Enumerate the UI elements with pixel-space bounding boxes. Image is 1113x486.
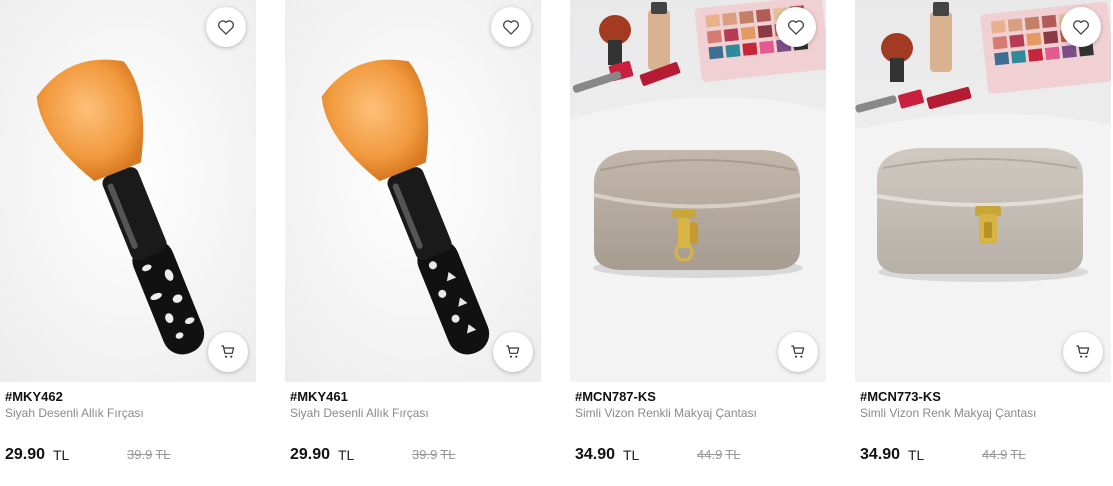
product-image[interactable] — [285, 0, 541, 382]
old-price-value: 44.9 — [982, 447, 1008, 462]
product-sku[interactable]: #MKY461 — [290, 389, 348, 404]
old-price-currency: TL — [1010, 447, 1026, 462]
product-name[interactable]: Siyah Desenli Allık Fırçası — [290, 406, 429, 420]
favorite-button[interactable] — [491, 7, 531, 47]
old-price-currency: TL — [155, 447, 171, 462]
makeup-bag-image — [855, 0, 1111, 382]
makeup-brush-image — [285, 0, 541, 382]
add-to-cart-button[interactable] — [493, 332, 533, 372]
product-price: 29.90 — [290, 446, 331, 463]
shopping-cart-icon — [506, 345, 520, 358]
shopping-cart-icon — [221, 345, 235, 358]
old-price-currency: TL — [440, 447, 456, 462]
favorite-button[interactable] — [776, 7, 816, 47]
product-image[interactable] — [0, 0, 256, 382]
old-price: 44.9 TL — [697, 447, 740, 462]
product-grid: #MKY462 Siyah Desenli Allık Fırçası 29.9… — [0, 0, 1113, 486]
heart-icon — [788, 20, 804, 35]
product-card: #MKY462 Siyah Desenli Allık Fırçası 29.9… — [0, 0, 256, 486]
heart-icon — [218, 20, 234, 35]
old-price-value: 44.9 — [697, 447, 723, 462]
price-currency: TL — [53, 447, 70, 463]
old-price-value: 39.9 — [127, 447, 153, 462]
product-name[interactable]: Simli Vizon Renk Makyaj Çantası — [860, 406, 1037, 420]
product-name[interactable]: Siyah Desenli Allık Fırçası — [5, 406, 144, 420]
product-price: 29.90 — [5, 446, 46, 463]
add-to-cart-button[interactable] — [1063, 332, 1103, 372]
heart-icon — [1073, 20, 1089, 35]
product-card: #MKY461 Siyah Desenli Allık Fırçası 29.9… — [285, 0, 541, 486]
makeup-brush-image — [0, 0, 256, 382]
product-sku[interactable]: #MKY462 — [5, 389, 63, 404]
old-price: 44.9 TL — [982, 447, 1025, 462]
shopping-cart-icon — [1076, 345, 1090, 358]
product-sku[interactable]: #MCN773-KS — [860, 389, 941, 404]
price-currency: TL — [338, 447, 355, 463]
product-sku[interactable]: #MCN787-KS — [575, 389, 656, 404]
product-image[interactable] — [570, 0, 826, 382]
makeup-bag-image — [570, 0, 826, 382]
old-price-currency: TL — [725, 447, 741, 462]
old-price: 39.9 TL — [412, 447, 455, 462]
favorite-button[interactable] — [1061, 7, 1101, 47]
add-to-cart-button[interactable] — [778, 332, 818, 372]
product-card: #MCN773-KS Simli Vizon Renk Makyaj Çanta… — [855, 0, 1111, 486]
product-name[interactable]: Simli Vizon Renkli Makyaj Çantası — [575, 406, 757, 420]
product-price: 34.90 — [860, 446, 901, 463]
heart-icon — [503, 20, 519, 35]
product-price: 34.90 — [575, 446, 616, 463]
product-image[interactable] — [855, 0, 1111, 382]
favorite-button[interactable] — [206, 7, 246, 47]
price-currency: TL — [908, 447, 925, 463]
add-to-cart-button[interactable] — [208, 332, 248, 372]
old-price: 39.9 TL — [127, 447, 170, 462]
price-currency: TL — [623, 447, 640, 463]
old-price-value: 39.9 — [412, 447, 438, 462]
shopping-cart-icon — [791, 345, 805, 358]
product-card: #MCN787-KS Simli Vizon Renkli Makyaj Çan… — [570, 0, 826, 486]
